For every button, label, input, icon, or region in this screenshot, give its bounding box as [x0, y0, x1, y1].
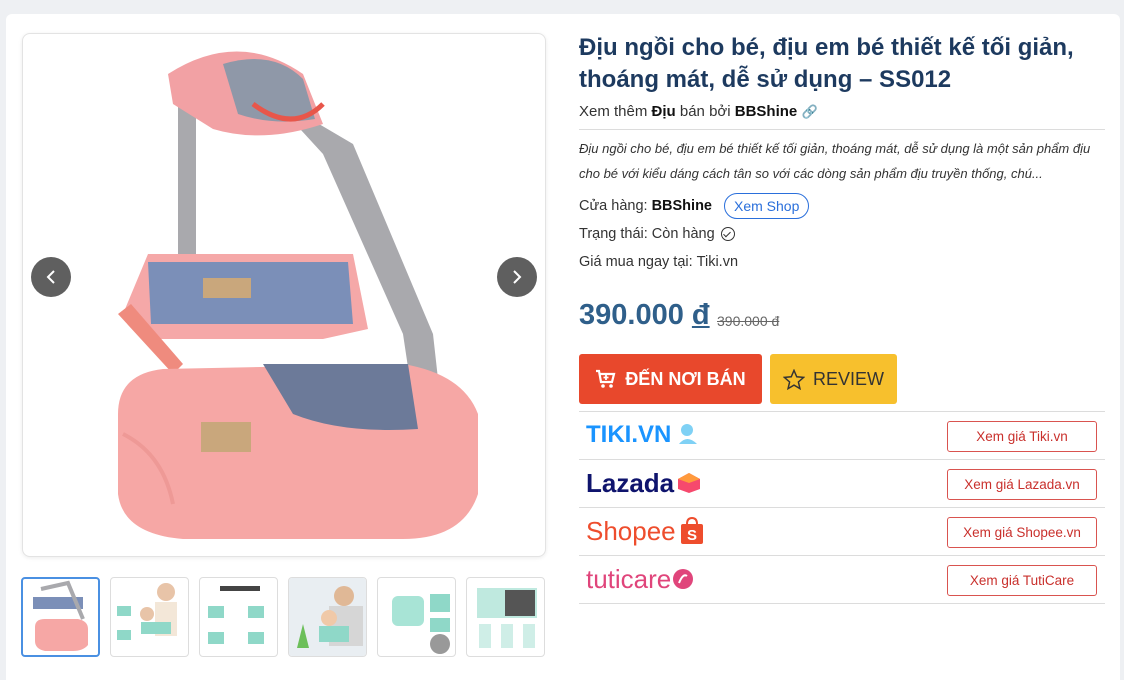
check-circle-icon — [720, 227, 735, 241]
status-row: Trạng thái: Còn hàng — [579, 226, 735, 242]
buy-at-row: Giá mua ngay tại: Tiki.vn — [579, 254, 738, 270]
cart-icon — [596, 369, 616, 388]
product-description: Địu ngồi cho bé, địu em bé thiết kế tối … — [579, 141, 1091, 181]
buy-at-value: Tiki.vn — [696, 254, 739, 270]
product-title: Địu ngồi cho bé, địu em bé thiết kế tối … — [579, 34, 1074, 93]
store-row-tiki: TIKI.VN Xem giá Tiki.vn — [579, 412, 1105, 460]
status-value: Còn hàng — [651, 226, 715, 242]
category-link[interactable]: Địu — [652, 103, 676, 120]
view-price-shopee-button[interactable]: Xem giá Shopee.vn — [947, 517, 1097, 548]
current-price: 390.000 đ — [579, 299, 710, 332]
chevron-left-icon — [46, 270, 55, 284]
price-value: 390.000 — [579, 299, 684, 331]
store-row: Cửa hàng: BBShine Xem Shop — [579, 193, 810, 219]
tuticare-logo: tuticare — [586, 562, 694, 596]
view-price-tuticare-button[interactable]: Xem giá TutiCare — [947, 565, 1097, 596]
old-price: 390.000 đ — [717, 313, 780, 329]
main-product-image[interactable] — [22, 33, 546, 557]
store-name: BBShine — [651, 198, 712, 214]
thumbnail-strip — [21, 577, 545, 657]
tiki-logo: TIKI.VN — [586, 418, 701, 452]
thumbnail-6[interactable] — [466, 577, 545, 657]
view-shop-button[interactable]: Xem Shop — [723, 193, 810, 219]
thumbnail-5[interactable] — [377, 577, 456, 657]
link-icon[interactable]: 🔗 — [801, 104, 817, 119]
brand-link[interactable]: BBShine — [735, 103, 798, 120]
view-price-tiki-button[interactable]: Xem giá Tiki.vn — [947, 421, 1097, 452]
price-currency: đ — [691, 299, 710, 331]
buy-at-label: Giá mua ngay tại: — [579, 254, 693, 270]
view-price-lazada-button[interactable]: Xem giá Lazada.vn — [947, 469, 1097, 500]
svg-text:S: S — [687, 527, 697, 544]
thumbnail-4[interactable] — [288, 577, 367, 657]
thumbnail-2[interactable] — [110, 577, 189, 657]
sold-by-text: bán bởi — [679, 103, 731, 120]
review-label: REVIEW — [812, 368, 884, 389]
go-to-store-label: ĐẾN NƠI BÁN — [625, 368, 746, 389]
thumbnail-3[interactable] — [199, 577, 278, 657]
chevron-right-icon — [513, 270, 522, 284]
next-image-button[interactable] — [497, 257, 537, 297]
shopee-logo: Shopee S — [586, 514, 705, 548]
thumbnail-1[interactable] — [21, 577, 100, 657]
divider — [579, 129, 1105, 130]
go-to-store-button[interactable]: ĐẾN NƠI BÁN — [579, 354, 762, 404]
store-row-tuticare: tuticare Xem giá TutiCare — [579, 556, 1105, 604]
lazada-logo: Lazada — [586, 466, 702, 500]
review-button[interactable]: REVIEW — [770, 354, 897, 404]
star-icon — [782, 368, 805, 390]
store-label: Cửa hàng: — [579, 198, 648, 214]
status-label: Trạng thái: — [579, 226, 648, 242]
previous-image-button[interactable] — [31, 257, 71, 297]
see-more-prefix: Xem thêm — [579, 103, 648, 120]
store-row-shopee: Shopee S Xem giá Shopee.vn — [579, 508, 1105, 556]
store-row-lazada: Lazada Xem giá Lazada.vn — [579, 460, 1105, 508]
see-more-line: Xem thêm Địu bán bởi BBShine 🔗 — [579, 103, 818, 120]
